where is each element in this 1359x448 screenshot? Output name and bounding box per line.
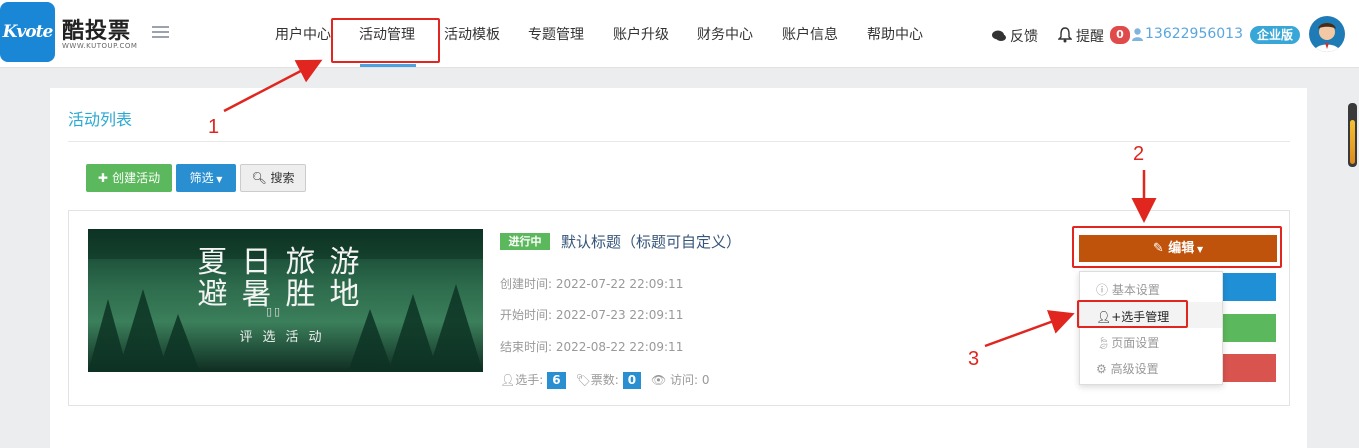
cover-subtitle: 评选活动 [239,330,332,345]
nav-active-indicator [360,64,416,67]
create-activity-button[interactable]: ✚ 创建活动 [86,164,172,192]
feedback-link[interactable]: 反馈 [1010,26,1038,46]
info-icon: ⓘ [1096,283,1109,297]
nav-topic-management[interactable]: 专题管理 [528,24,584,44]
annotation-box-3 [1077,300,1188,328]
gear-icon: ⚙ [1096,362,1107,376]
annotation-box-1 [331,18,440,63]
visits-count: 0 [701,373,710,387]
search-icon: 🔍︎ [251,171,271,185]
plus-icon: ✚ [97,171,113,185]
brand-name: 酷投票 [62,19,132,44]
activity-stats: 👤︎选手: 6 🏷︎票数: 0 👁︎ 访问: 0 [500,372,710,389]
status-badge: 进行中 [500,233,550,250]
nav-account-info[interactable]: 账户信息 [782,24,838,44]
eye-icon: 👁︎ [650,373,667,387]
scrollbar-thumb[interactable] [1350,120,1355,164]
players-count: 6 [547,372,566,389]
remind-link[interactable]: 提醒 [1076,26,1104,46]
caret-down-icon: ▼ [213,175,223,184]
annotation-label-2: 2 [1133,143,1145,165]
nav-activity-templates[interactable]: 活动模板 [444,24,500,44]
end-time: 结束时间: 2022-08-22 22:09:11 [500,340,684,354]
activity-title[interactable]: 默认标题（标题可自定义） [561,231,741,252]
created-time: 创建时间: 2022-07-22 22:09:11 [500,277,684,291]
user-icon [1132,28,1143,41]
activity-cover-image[interactable]: 夏日旅游 避暑胜地 ▯▯ 评选活动 [88,229,483,372]
votes-count: 0 [622,372,642,389]
search-button[interactable]: 🔍︎ 搜索 [240,164,306,192]
account-phone[interactable]: 13622956013 [1145,26,1243,42]
comments-icon [992,30,1006,41]
side-action-button-green[interactable] [1222,314,1276,342]
annotation-label-3: 3 [968,348,980,370]
nav-account-upgrade[interactable]: 账户升级 [613,24,669,44]
brand-url: WWW.KUTOUP.COM [62,42,138,50]
edition-badge: 企业版 [1250,26,1300,44]
page-title: 活动列表 [68,110,133,129]
side-action-button-red[interactable] [1222,354,1276,382]
start-time: 开始时间: 2022-07-23 22:09:11 [500,308,684,322]
menu-item-basic-settings[interactable]: ⓘ 基本设置 [1096,281,1160,298]
annotation-label-1: 1 [208,116,220,138]
side-action-button-blue[interactable] [1222,273,1276,301]
avatar[interactable] [1309,16,1345,52]
bell-icon [1058,27,1072,43]
brand-logo[interactable]: Kvote [0,2,55,62]
menu-toggle-icon[interactable] [152,26,169,40]
nav-help-center[interactable]: 帮助中心 [867,24,923,44]
annotation-box-2 [1072,226,1282,268]
leaf-icon: 🍃︎ [1096,336,1112,350]
title-divider [68,141,1290,142]
nav-user-center[interactable]: 用户中心 [275,24,331,44]
cover-seal: ▯▯ [266,305,283,318]
nav-finance-center[interactable]: 财务中心 [697,24,753,44]
tag-icon: 🏷︎ [575,373,591,387]
menu-item-advanced-settings[interactable]: ⚙ 高级设置 [1096,360,1159,377]
cover-title-line2: 避暑胜地 [197,277,374,312]
user-icon: 👤︎ [500,373,516,387]
remind-count-badge: 0 [1110,26,1130,44]
menu-item-page-settings[interactable]: 🍃︎页面设置 [1096,334,1159,351]
filter-button[interactable]: 筛选 ▼ [176,164,236,192]
